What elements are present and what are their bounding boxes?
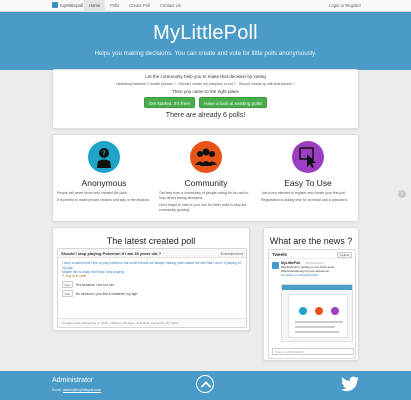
nav-item-polls[interactable]: Polls — [105, 0, 124, 12]
tweets-title: Tweets — [272, 252, 288, 257]
feature-text: Just a few minutes to register and creat… — [261, 191, 346, 195]
feature-text: Get help from a community of people voti… — [159, 191, 249, 200]
anonymous-person-icon: ? — [88, 141, 120, 173]
feature-community: Community Get help from a community of p… — [155, 135, 257, 223]
brand-logo-icon — [52, 2, 58, 8]
feature-title-community: Community — [184, 178, 228, 188]
nav-item-contact-us[interactable]: Contact Us — [155, 0, 186, 12]
feature-text: It is perfect to make private choices an… — [57, 198, 150, 202]
cta-intro: Let the community help you to make that … — [145, 74, 266, 79]
news-panel: What are the news ? Tweets Follow MyLitt… — [263, 227, 359, 361]
feature-title-anonymous: Anonymous — [81, 178, 127, 188]
news-heading: What are the news ? — [269, 236, 353, 246]
features-panel: ? Anonymous People will never know who c… — [52, 134, 359, 222]
poll-answer-text: Yes because I am too old — [75, 282, 114, 287]
follow-button[interactable]: Follow — [337, 252, 352, 258]
tweet-to-input[interactable]: Tweet to @MyLittlePoll — [272, 348, 354, 355]
email-link[interactable]: admin@mylittlepoll.com — [63, 388, 101, 392]
cursor-click-icon — [292, 141, 324, 173]
cta-examples: Hesitating between 2 mobile phones ? - S… — [116, 82, 295, 86]
feature-text: People will never know who created the p… — [57, 191, 128, 195]
latest-poll-panel: The latest created poll Should I stop pl… — [52, 227, 250, 331]
hero-subtitle: Helps you making decisions. You can crea… — [94, 50, 317, 57]
tweet-body: MyLittlePoll is getting a new fresh styl… — [281, 265, 335, 273]
community-people-icon — [190, 141, 222, 173]
nav-menu: Home Polls Create Poll Contact Us — [84, 0, 186, 12]
poll-answer: Vote Yes because I am too old — [62, 281, 114, 288]
existing-polls-button[interactable]: Have a look at existing polls! — [199, 97, 268, 108]
footer-title: Administrator — [52, 377, 94, 384]
poll-description: I have to admit that I like to play poke… — [62, 261, 242, 275]
top-navbar: myMittepoll Home Polls Create Poll Conta… — [0, 0, 411, 12]
login-register-link[interactable]: Login or Register — [329, 0, 361, 12]
poll-category: Entertainment — [220, 251, 243, 256]
hero-banner: MyLittlePoll Helps you making decisions.… — [0, 12, 411, 70]
chevron-right-icon[interactable]: › — [398, 190, 406, 198]
login-to-vote-label: Log in to vote! — [65, 274, 87, 278]
latest-poll-heading: The latest created poll — [106, 236, 196, 246]
svg-text:?: ? — [102, 150, 106, 157]
poll-dates: Creation date: December 1, 2016 - Lifeti… — [58, 318, 246, 327]
poll-answer-text: No because I just like it whatever my ag… — [75, 291, 138, 296]
poll-question[interactable]: Should I stop playing Pokemon if I am 26… — [61, 251, 161, 256]
cta-panel: Let the community help you to make that … — [52, 69, 359, 129]
login-to-vote[interactable]: ✎ Log in to vote! — [62, 274, 86, 278]
hero-title: MyLittlePoll — [153, 22, 258, 44]
tweet-text: MyLittlePoll is getting a new fresh styl… — [281, 265, 352, 277]
vote-button[interactable]: Vote — [62, 290, 73, 297]
vote-button[interactable]: Vote — [62, 281, 73, 288]
twitter-bird-icon[interactable] — [341, 376, 359, 392]
feature-text: Don't forget to vote in your turn for ot… — [159, 203, 247, 212]
nav-item-home[interactable]: Home — [84, 0, 106, 12]
email-label: Email: — [52, 388, 62, 392]
feature-easy-to-use: Easy To Use Just a few minutes to regist… — [257, 135, 359, 223]
nav-item-create-poll[interactable]: Create Poll — [124, 0, 155, 12]
feature-text: Registration is asking only for an email… — [261, 198, 348, 202]
footer-email: Email: admin@mylittlepoll.com — [52, 388, 101, 392]
feature-title-easy-to-use: Easy To Use — [284, 178, 332, 188]
brand-name: myMittepoll — [60, 2, 84, 8]
poll-description-text: I have to admit that I like to play poke… — [62, 261, 241, 270]
poll-count: There are already 6 polls! — [165, 112, 246, 119]
tweet-image[interactable] — [281, 284, 353, 342]
poll-answer: Vote No because I just like it whatever … — [62, 290, 137, 297]
footer: Administrator Email: admin@mylittlepoll.… — [0, 371, 411, 400]
brand-link[interactable]: myMittepoll — [52, 2, 83, 8]
chevron-up-icon — [200, 381, 212, 388]
tweet-link[interactable]: pic.twitter.com/RxgHQsMvf — [281, 273, 318, 277]
scroll-top-button[interactable] — [196, 375, 214, 393]
avatar — [272, 262, 279, 269]
poll-card: Should I stop playing Pokemon if I am 26… — [57, 248, 247, 328]
feature-anonymous: ? Anonymous People will never know who c… — [53, 135, 155, 223]
get-started-button[interactable]: Get started. It's free! — [143, 97, 196, 108]
cta-right-place: Then you came to the right place — [172, 89, 239, 94]
twitter-widget[interactable]: Tweets Follow MyLittlePoll @MyLittlePoll… — [268, 249, 356, 359]
